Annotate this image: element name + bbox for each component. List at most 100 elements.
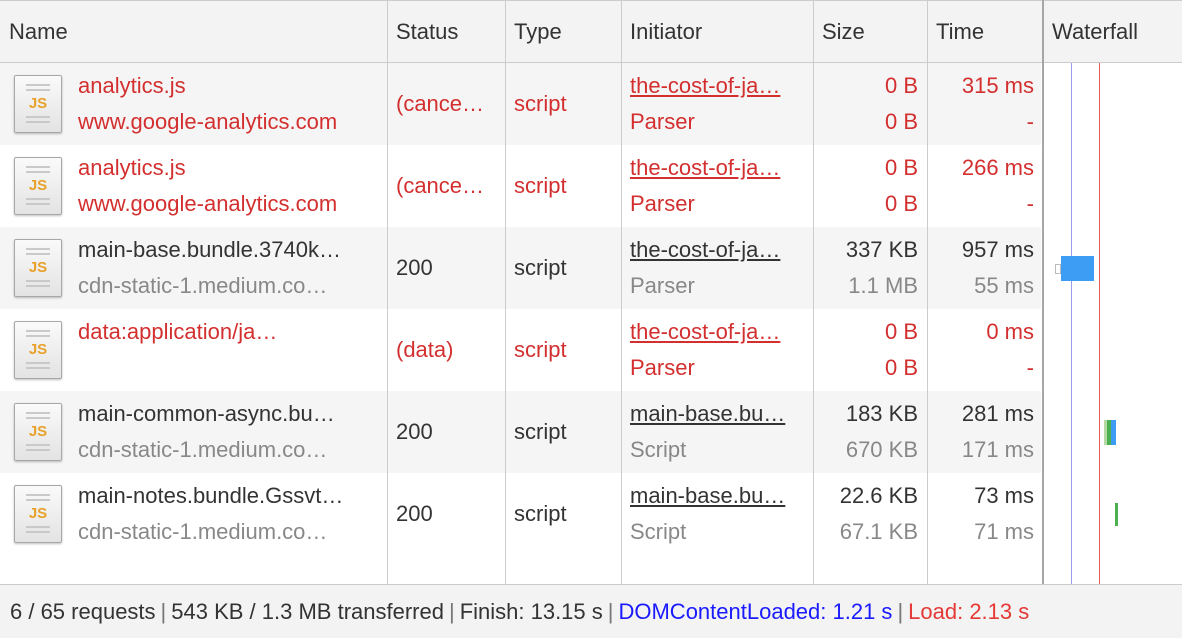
dom-content-loaded-marker — [1071, 63, 1072, 584]
column-divider[interactable] — [927, 0, 928, 584]
initiator-link[interactable]: the-cost-of-ja… — [630, 237, 808, 263]
initiator-type: Parser — [630, 109, 695, 134]
request-type: script — [514, 173, 567, 198]
js-file-icon: JS — [14, 157, 62, 215]
separator: | — [607, 599, 614, 624]
column-divider[interactable] — [505, 0, 506, 584]
request-domain: cdn-static-1.medium.co… — [78, 519, 328, 544]
initiator-type: Parser — [630, 355, 695, 380]
column-header-time[interactable]: Time — [927, 1, 1043, 63]
js-icon-label: JS — [28, 341, 48, 358]
load-time: Load: 2.13 s — [908, 599, 1030, 624]
request-status: (cance… — [396, 173, 485, 198]
js-icon-label: JS — [28, 259, 48, 276]
column-header-initiator[interactable]: Initiator — [621, 1, 813, 63]
request-domain: www.google-analytics.com — [78, 191, 338, 216]
request-domain: www.google-analytics.com — [78, 109, 338, 134]
js-icon-label: JS — [28, 423, 48, 440]
request-type: script — [514, 501, 567, 526]
resource-size: 0 B — [884, 109, 918, 134]
initiator-link[interactable]: main-base.bu… — [630, 401, 808, 427]
resource-size: 0 B — [884, 355, 918, 380]
transferred-size: 543 KB / 1.3 MB transferred — [171, 599, 444, 624]
total-time: 266 ms — [961, 155, 1034, 180]
request-type: script — [514, 255, 567, 280]
column-divider[interactable] — [813, 0, 814, 584]
dom-content-loaded-time: DOMContentLoaded: 1.21 s — [618, 599, 893, 624]
js-file-icon: JS — [14, 321, 62, 379]
waterfall-bar-main-notes[interactable] — [1115, 503, 1118, 526]
request-status: (data) — [396, 337, 454, 362]
separator: | — [448, 599, 455, 624]
column-header-type[interactable]: Type — [505, 1, 621, 63]
column-header-name[interactable]: Name — [0, 1, 387, 63]
request-type: script — [514, 91, 567, 116]
js-icon-label: JS — [28, 95, 48, 112]
latency-time: 71 ms — [974, 519, 1034, 544]
column-divider[interactable] — [387, 0, 388, 584]
latency-time: 55 ms — [974, 273, 1034, 298]
transfer-size: 0 B — [884, 73, 918, 98]
initiator-link[interactable]: main-base.bu… — [630, 483, 808, 509]
initiator-link[interactable]: the-cost-of-ja… — [630, 155, 808, 181]
waterfall-bar-main-common-async-download — [1111, 420, 1116, 445]
js-file-icon: JS — [14, 403, 62, 461]
request-type: script — [514, 337, 567, 362]
total-time: 315 ms — [961, 73, 1034, 98]
separator: | — [160, 599, 167, 624]
request-name[interactable]: analytics.js — [78, 155, 378, 181]
request-row[interactable]: JS main-base.bundle.3740k… cdn-static-1.me… — [0, 227, 1041, 309]
request-status: 200 — [396, 419, 433, 444]
initiator-link[interactable]: the-cost-of-ja… — [630, 319, 808, 345]
transfer-size: 337 KB — [845, 237, 918, 262]
request-name[interactable]: data:application/ja… — [78, 319, 378, 345]
js-icon-label: JS — [28, 505, 48, 522]
total-time: 957 ms — [961, 237, 1034, 262]
request-row[interactable]: JS main-common-async.bu… cdn-static-1.medi… — [0, 391, 1041, 473]
initiator-type: Script — [630, 519, 687, 544]
request-row[interactable]: JS analytics.js www.google-analytics.com (c… — [0, 145, 1041, 227]
total-time: 73 ms — [974, 483, 1034, 508]
request-name[interactable]: main-common-async.bu… — [78, 401, 378, 427]
request-name[interactable]: main-base.bundle.3740k… — [78, 237, 378, 263]
finish-time: Finish: 13.15 s — [459, 599, 603, 624]
column-header-size[interactable]: Size — [813, 1, 927, 63]
request-count: 6 / 65 requests — [10, 599, 156, 624]
resource-size: 67.1 KB — [839, 519, 918, 544]
request-row[interactable]: JS main-notes.bundle.Gssvt… cdn-static-1.m… — [0, 473, 1041, 555]
request-status: (cance… — [396, 91, 485, 116]
status-bar: 6 / 65 requests | 543 KB / 1.3 MB transfer… — [0, 584, 1182, 638]
transfer-size: 183 KB — [845, 401, 918, 426]
request-row[interactable]: JS data:application/ja… (data) script the-co… — [0, 309, 1041, 391]
request-status: 200 — [396, 501, 433, 526]
js-file-icon: JS — [14, 75, 62, 133]
request-status: 200 — [396, 255, 433, 280]
resource-size: 0 B — [884, 191, 918, 216]
request-type: script — [514, 419, 567, 444]
request-domain: cdn-static-1.medium.co… — [78, 437, 328, 462]
resource-size: 670 KB — [845, 437, 918, 462]
column-header-bar: Name Status Type Initiator Size Time Wat… — [0, 0, 1182, 63]
waterfall-bar-main-base[interactable] — [1061, 256, 1094, 281]
request-domain: cdn-static-1.medium.co… — [78, 273, 328, 298]
initiator-type: Script — [630, 437, 687, 462]
initiator-link[interactable]: the-cost-of-ja… — [630, 73, 808, 99]
column-divider[interactable] — [621, 0, 622, 584]
waterfall-panel — [1043, 63, 1182, 584]
load-marker — [1099, 63, 1100, 584]
latency-time: 171 ms — [961, 437, 1034, 462]
request-row[interactable]: JS analytics.js www.google-analytics.com (c… — [0, 63, 1041, 145]
initiator-type: Parser — [630, 273, 695, 298]
latency-time: - — [1026, 191, 1034, 216]
column-header-waterfall[interactable]: Waterfall — [1043, 1, 1182, 63]
request-name[interactable]: analytics.js — [78, 73, 378, 99]
total-time: 281 ms — [961, 401, 1034, 426]
initiator-type: Parser — [630, 191, 695, 216]
column-header-status[interactable]: Status — [387, 1, 505, 63]
js-file-icon: JS — [14, 485, 62, 543]
latency-time: - — [1026, 355, 1034, 380]
separator: | — [897, 599, 904, 624]
js-icon-label: JS — [28, 177, 48, 194]
request-name[interactable]: main-notes.bundle.Gssvt… — [78, 483, 378, 509]
total-time: 0 ms — [986, 319, 1034, 344]
